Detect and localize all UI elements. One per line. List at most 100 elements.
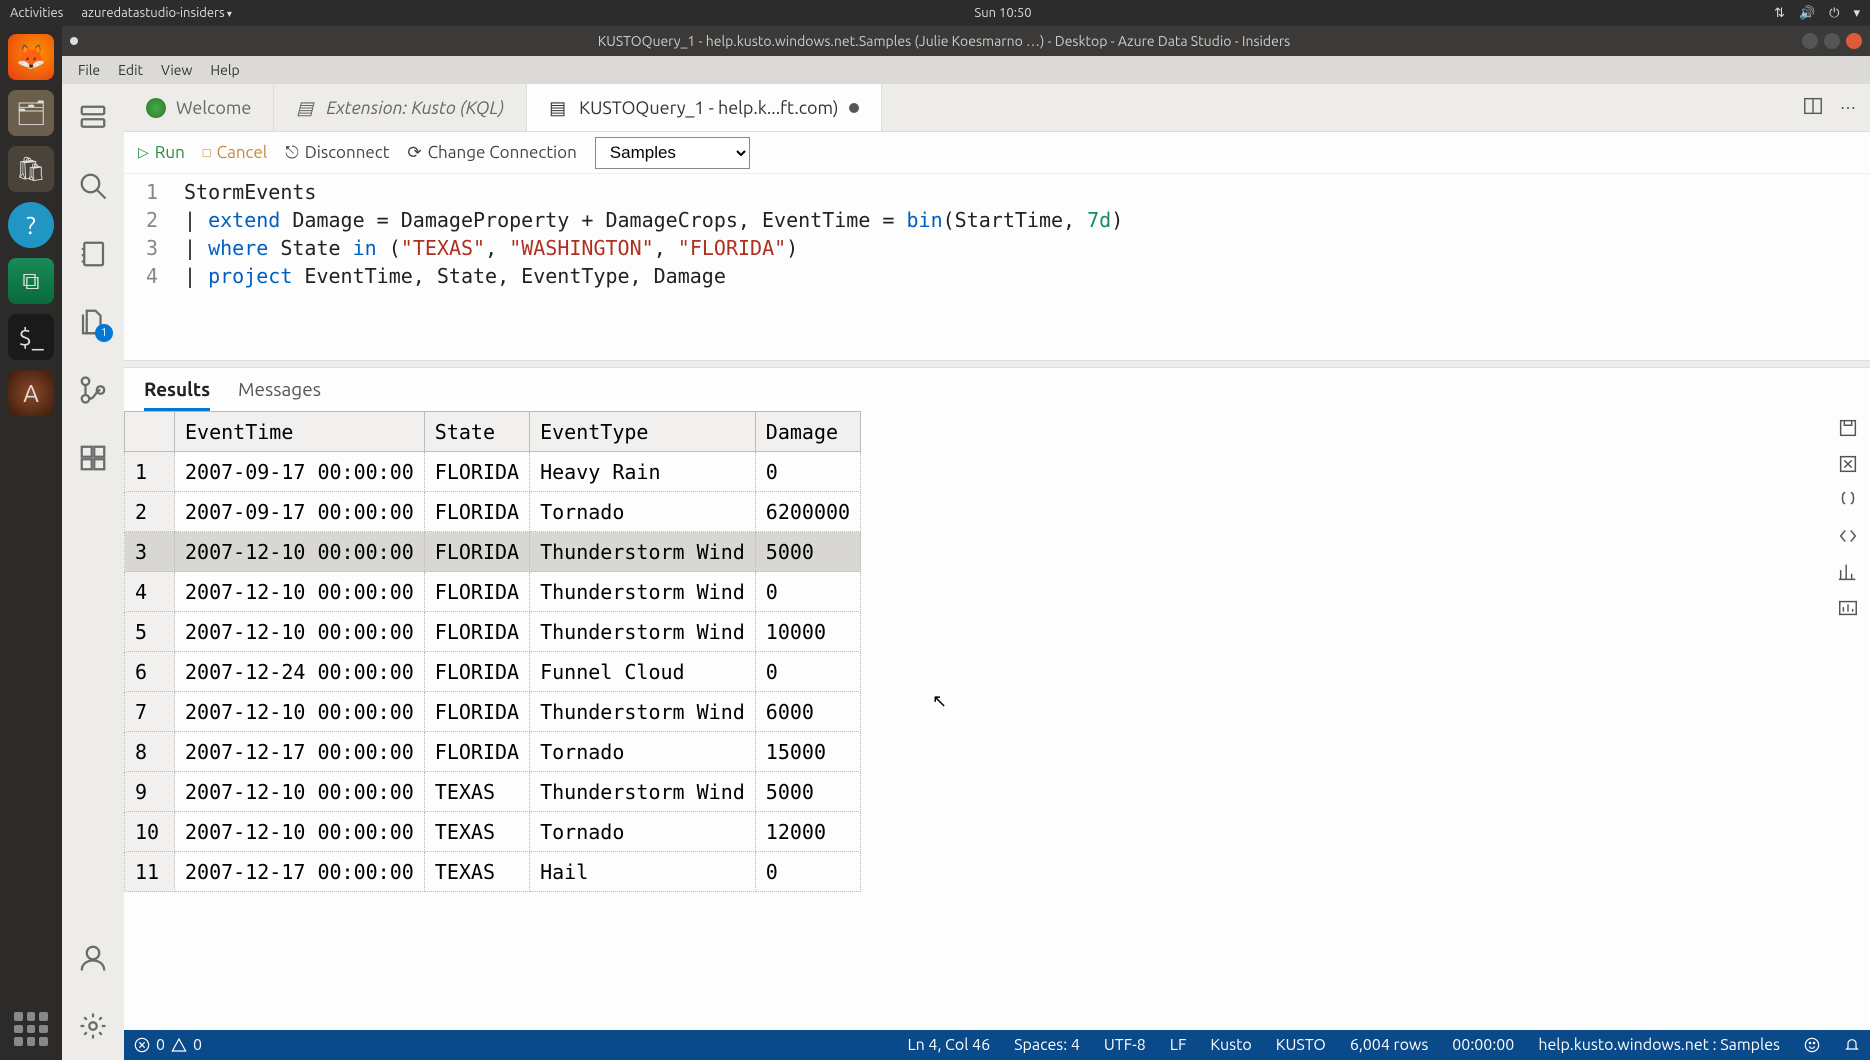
dock-terminal[interactable]: $_ (8, 314, 54, 360)
status-bell-icon[interactable] (1844, 1037, 1860, 1053)
activity-account-icon[interactable] (77, 942, 109, 974)
dock-files[interactable]: 🗂 (8, 90, 54, 136)
dock-azure-data-studio[interactable]: ⧉ (8, 258, 54, 304)
table-cell[interactable]: 5000 (755, 532, 860, 572)
window-minimize-button[interactable] (1802, 33, 1818, 49)
menu-help[interactable]: Help (202, 60, 247, 80)
table-cell[interactable]: 2007-12-10 00:00:00 (175, 772, 425, 812)
clock[interactable]: Sun 10:50 (974, 6, 1031, 20)
table-cell[interactable]: FLORIDA (424, 652, 529, 692)
table-cell[interactable]: TEXAS (424, 852, 529, 892)
table-cell[interactable]: Tornado (530, 732, 756, 772)
status-conn-type[interactable]: KUSTO (1276, 1036, 1326, 1054)
column-header[interactable]: EventType (530, 412, 756, 452)
table-row[interactable]: 32007-12-10 00:00:00FLORIDAThunderstorm … (125, 532, 861, 572)
table-cell[interactable]: Thunderstorm Wind (530, 532, 756, 572)
row-number-cell[interactable]: 4 (125, 572, 175, 612)
results-tab[interactable]: Results (144, 378, 210, 411)
network-icon[interactable]: ⇅ (1774, 6, 1785, 21)
disconnect-button[interactable]: Disconnect (285, 143, 389, 163)
table-row[interactable]: 52007-12-10 00:00:00FLORIDAThunderstorm … (125, 612, 861, 652)
app-menu[interactable]: azuredatastudio-insiders (81, 6, 232, 20)
status-problems[interactable]: 0 0 (134, 1036, 202, 1054)
row-number-cell[interactable]: 8 (125, 732, 175, 772)
save-xml-icon[interactable] (1837, 525, 1859, 551)
visualizer-icon[interactable] (1837, 597, 1859, 623)
power-icon[interactable]: ⏻ (1829, 6, 1839, 21)
status-elapsed[interactable]: 00:00:00 (1452, 1036, 1514, 1054)
table-cell[interactable]: 2007-12-10 00:00:00 (175, 572, 425, 612)
menu-view[interactable]: View (153, 60, 200, 80)
status-cursor[interactable]: Ln 4, Col 46 (907, 1036, 990, 1054)
volume-icon[interactable]: 🔊 (1799, 6, 1815, 21)
table-cell[interactable]: Funnel Cloud (530, 652, 756, 692)
table-cell[interactable]: Tornado (530, 492, 756, 532)
table-cell[interactable]: Heavy Rain (530, 452, 756, 492)
table-cell[interactable]: FLORIDA (424, 532, 529, 572)
run-button[interactable]: Run (138, 143, 185, 162)
table-cell[interactable]: 2007-12-17 00:00:00 (175, 852, 425, 892)
table-cell[interactable]: 2007-12-24 00:00:00 (175, 652, 425, 692)
activity-extensions-icon[interactable] (77, 442, 109, 474)
table-row[interactable]: 12007-09-17 00:00:00FLORIDAHeavy Rain0 (125, 452, 861, 492)
table-cell[interactable]: 0 (755, 652, 860, 692)
save-json-icon[interactable] (1837, 489, 1859, 515)
dock-updater[interactable]: A (8, 370, 54, 416)
row-number-cell[interactable]: 9 (125, 772, 175, 812)
table-cell[interactable]: 6200000 (755, 492, 860, 532)
activity-search-icon[interactable] (77, 170, 109, 202)
table-cell[interactable]: 2007-12-10 00:00:00 (175, 812, 425, 852)
table-cell[interactable]: Tornado (530, 812, 756, 852)
table-row[interactable]: 42007-12-10 00:00:00FLORIDAThunderstorm … (125, 572, 861, 612)
row-number-cell[interactable]: 11 (125, 852, 175, 892)
database-select[interactable]: Samples (595, 137, 750, 169)
table-cell[interactable]: 2007-12-10 00:00:00 (175, 532, 425, 572)
dock-software[interactable]: 🛍 (8, 146, 54, 192)
table-cell[interactable]: Thunderstorm Wind (530, 572, 756, 612)
change-connection-button[interactable]: Change Connection (407, 143, 576, 163)
results-grid[interactable]: EventTimeStateEventTypeDamage 12007-09-1… (124, 411, 861, 1030)
table-cell[interactable]: 0 (755, 852, 860, 892)
status-feedback-icon[interactable] (1804, 1037, 1820, 1053)
window-maximize-button[interactable] (1824, 33, 1840, 49)
table-cell[interactable]: 12000 (755, 812, 860, 852)
table-cell[interactable]: FLORIDA (424, 492, 529, 532)
table-cell[interactable]: 2007-09-17 00:00:00 (175, 452, 425, 492)
table-cell[interactable]: FLORIDA (424, 612, 529, 652)
tab-kustoquery[interactable]: ▤ KUSTOQuery_1 - help.k...ft.com) (527, 84, 881, 131)
column-header[interactable]: EventTime (175, 412, 425, 452)
table-cell[interactable]: 6000 (755, 692, 860, 732)
row-number-cell[interactable]: 2 (125, 492, 175, 532)
row-number-header[interactable] (125, 412, 175, 452)
table-cell[interactable]: 2007-12-17 00:00:00 (175, 732, 425, 772)
messages-tab[interactable]: Messages (238, 378, 321, 411)
dock-show-apps[interactable] (8, 1006, 54, 1052)
split-editor-icon[interactable] (1802, 95, 1824, 121)
save-csv-icon[interactable] (1837, 417, 1859, 443)
status-language[interactable]: Kusto (1210, 1036, 1251, 1054)
more-actions-icon[interactable]: ⋯ (1840, 98, 1856, 117)
table-row[interactable]: 92007-12-10 00:00:00TEXASThunderstorm Wi… (125, 772, 861, 812)
table-row[interactable]: 102007-12-10 00:00:00TEXASTornado12000 (125, 812, 861, 852)
table-cell[interactable]: 2007-12-10 00:00:00 (175, 692, 425, 732)
table-row[interactable]: 112007-12-17 00:00:00TEXASHail0 (125, 852, 861, 892)
row-number-cell[interactable]: 3 (125, 532, 175, 572)
row-number-cell[interactable]: 6 (125, 652, 175, 692)
code-editor[interactable]: 1StormEvents 2| extend Damage = DamagePr… (124, 174, 1870, 360)
window-close-button[interactable] (1846, 33, 1862, 49)
table-row[interactable]: 82007-12-17 00:00:00FLORIDATornado15000 (125, 732, 861, 772)
table-cell[interactable]: Thunderstorm Wind (530, 612, 756, 652)
activity-explorer-icon[interactable]: 1 (77, 306, 109, 338)
table-row[interactable]: 62007-12-24 00:00:00FLORIDAFunnel Cloud0 (125, 652, 861, 692)
save-excel-icon[interactable] (1837, 453, 1859, 479)
menu-file[interactable]: File (70, 60, 108, 80)
pane-splitter[interactable] (124, 360, 1870, 368)
table-cell[interactable]: FLORIDA (424, 452, 529, 492)
row-number-cell[interactable]: 1 (125, 452, 175, 492)
table-cell[interactable]: 0 (755, 572, 860, 612)
table-cell[interactable]: FLORIDA (424, 732, 529, 772)
status-server[interactable]: help.kusto.windows.net : Samples (1538, 1036, 1780, 1054)
table-cell[interactable]: 15000 (755, 732, 860, 772)
table-cell[interactable]: 0 (755, 452, 860, 492)
status-eol[interactable]: LF (1170, 1036, 1187, 1054)
